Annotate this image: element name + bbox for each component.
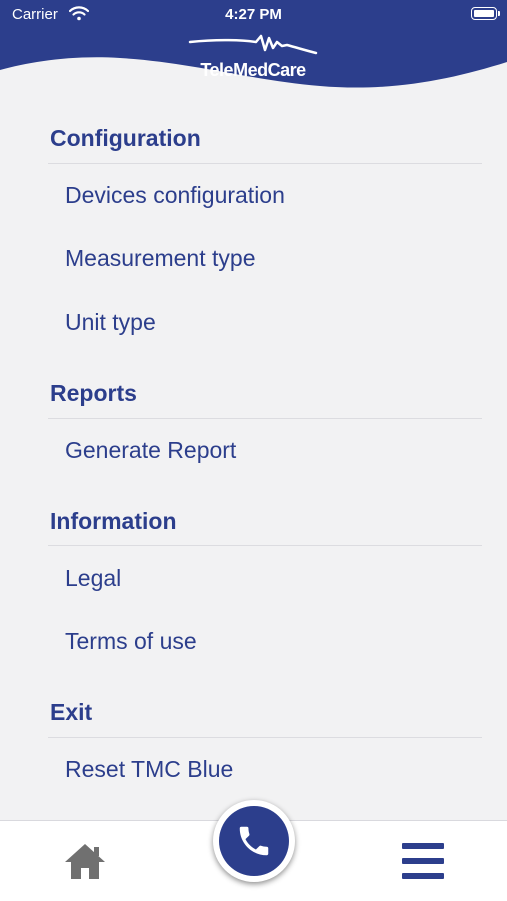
status-bar: Carrier 4:27 PM [0, 0, 507, 30]
menu-item-measurement-type[interactable]: Measurement type [65, 245, 255, 272]
section-title-configuration: Configuration [50, 125, 201, 151]
section-title-reports: Reports [50, 380, 137, 406]
section-title-exit: Exit [50, 699, 93, 725]
logo-text: TeleMedCare [200, 60, 306, 80]
divider [48, 163, 482, 164]
divider [48, 545, 482, 546]
menu-item-terms-of-use[interactable]: Terms of use [65, 628, 197, 655]
status-time: 4:27 PM [225, 6, 282, 23]
call-button-circle [219, 806, 289, 876]
section-title-information: Information [50, 508, 177, 534]
call-button[interactable] [213, 800, 295, 882]
menu-item-devices-configuration[interactable]: Devices configuration [65, 182, 285, 209]
menu-item-unit-type[interactable]: Unit type [65, 309, 156, 336]
divider [48, 737, 482, 738]
battery-icon [471, 7, 500, 20]
app-header: Carrier 4:27 PM TeleMedCare [0, 0, 507, 100]
menu-item-reset-tmc-blue[interactable]: Reset TMC Blue [65, 756, 233, 783]
heartbeat-logo-icon [188, 34, 318, 55]
menu-icon[interactable] [402, 843, 444, 879]
telemedcare-logo: TeleMedCare [188, 33, 318, 81]
menu-item-legal[interactable]: Legal [65, 565, 121, 592]
phone-icon [239, 826, 269, 856]
home-icon[interactable] [63, 842, 107, 880]
menu-item-generate-report[interactable]: Generate Report [65, 437, 236, 464]
divider [48, 418, 482, 419]
